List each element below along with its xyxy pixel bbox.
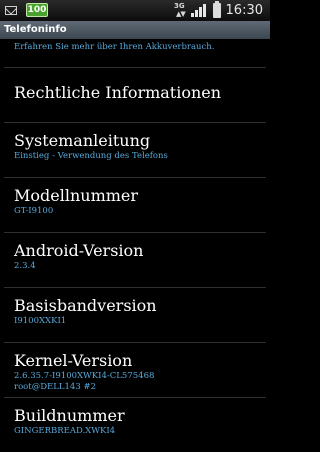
list-item-build-number: Buildnummer GINGERBREAD.XWKI4 (0, 398, 270, 452)
list-item-title: Rechtliche Informationen (14, 83, 222, 102)
battery-notification-icon: 100 (26, 3, 48, 17)
list-item-legal-info[interactable]: Rechtliche Informationen (0, 68, 270, 122)
list-item-title: Basisbandversion (14, 296, 157, 315)
battery-charging-icon (213, 1, 221, 18)
list-item-baseband-version: Basisbandversion I9100XXKI1 (0, 288, 270, 342)
list-item-kernel-version: Kernel-Version 2.6.35.7-I9100XWKI4-CL575… (0, 343, 270, 397)
list-item-subtitle-line2: root@DELL143 #2 (14, 382, 96, 392)
list-item-android-version: Android-Version 2.3.4 (0, 233, 270, 287)
data-activity-icon: ▲▼ (176, 10, 186, 18)
battery-info-note[interactable]: Erfahren Sie mehr über Ihren Akkuverbrau… (0, 39, 270, 67)
signal-strength-icon (191, 4, 206, 17)
page-title: Telefoninfo (0, 21, 270, 39)
list-item-subtitle: GINGERBREAD.XWKI4 (14, 426, 116, 436)
list-item-subtitle: GT-I9100 (14, 206, 54, 216)
list-item-subtitle: 2.3.4 (14, 261, 36, 271)
list-item-title: Buildnummer (14, 406, 125, 425)
list-item-model-number: Modellnummer GT-I9100 (0, 178, 270, 232)
list-item-title: Kernel-Version (14, 351, 133, 370)
list-item-subtitle: Einstieg - Verwendung des Telefons (14, 151, 168, 161)
list-item-title: Modellnummer (14, 186, 139, 205)
status-time: 16:30 (225, 3, 263, 18)
list-item-system-tutorial[interactable]: Systemanleitung Einstieg - Verwendung de… (0, 123, 270, 177)
status-bar: 100 3G ▲▼ 16:30 (0, 0, 270, 21)
list-item-subtitle: I9100XXKI1 (14, 316, 67, 326)
3g-data-icon: 3G (174, 2, 185, 10)
list-item-title: Android-Version (14, 241, 144, 260)
email-icon (5, 6, 17, 15)
list-item-title: Systemanleitung (14, 131, 151, 150)
list-item-subtitle: 2.6.35.7-I9100XWKI4-CL575468 (14, 371, 155, 381)
settings-list: Erfahren Sie mehr über Ihren Akkuverbrau… (0, 39, 270, 452)
